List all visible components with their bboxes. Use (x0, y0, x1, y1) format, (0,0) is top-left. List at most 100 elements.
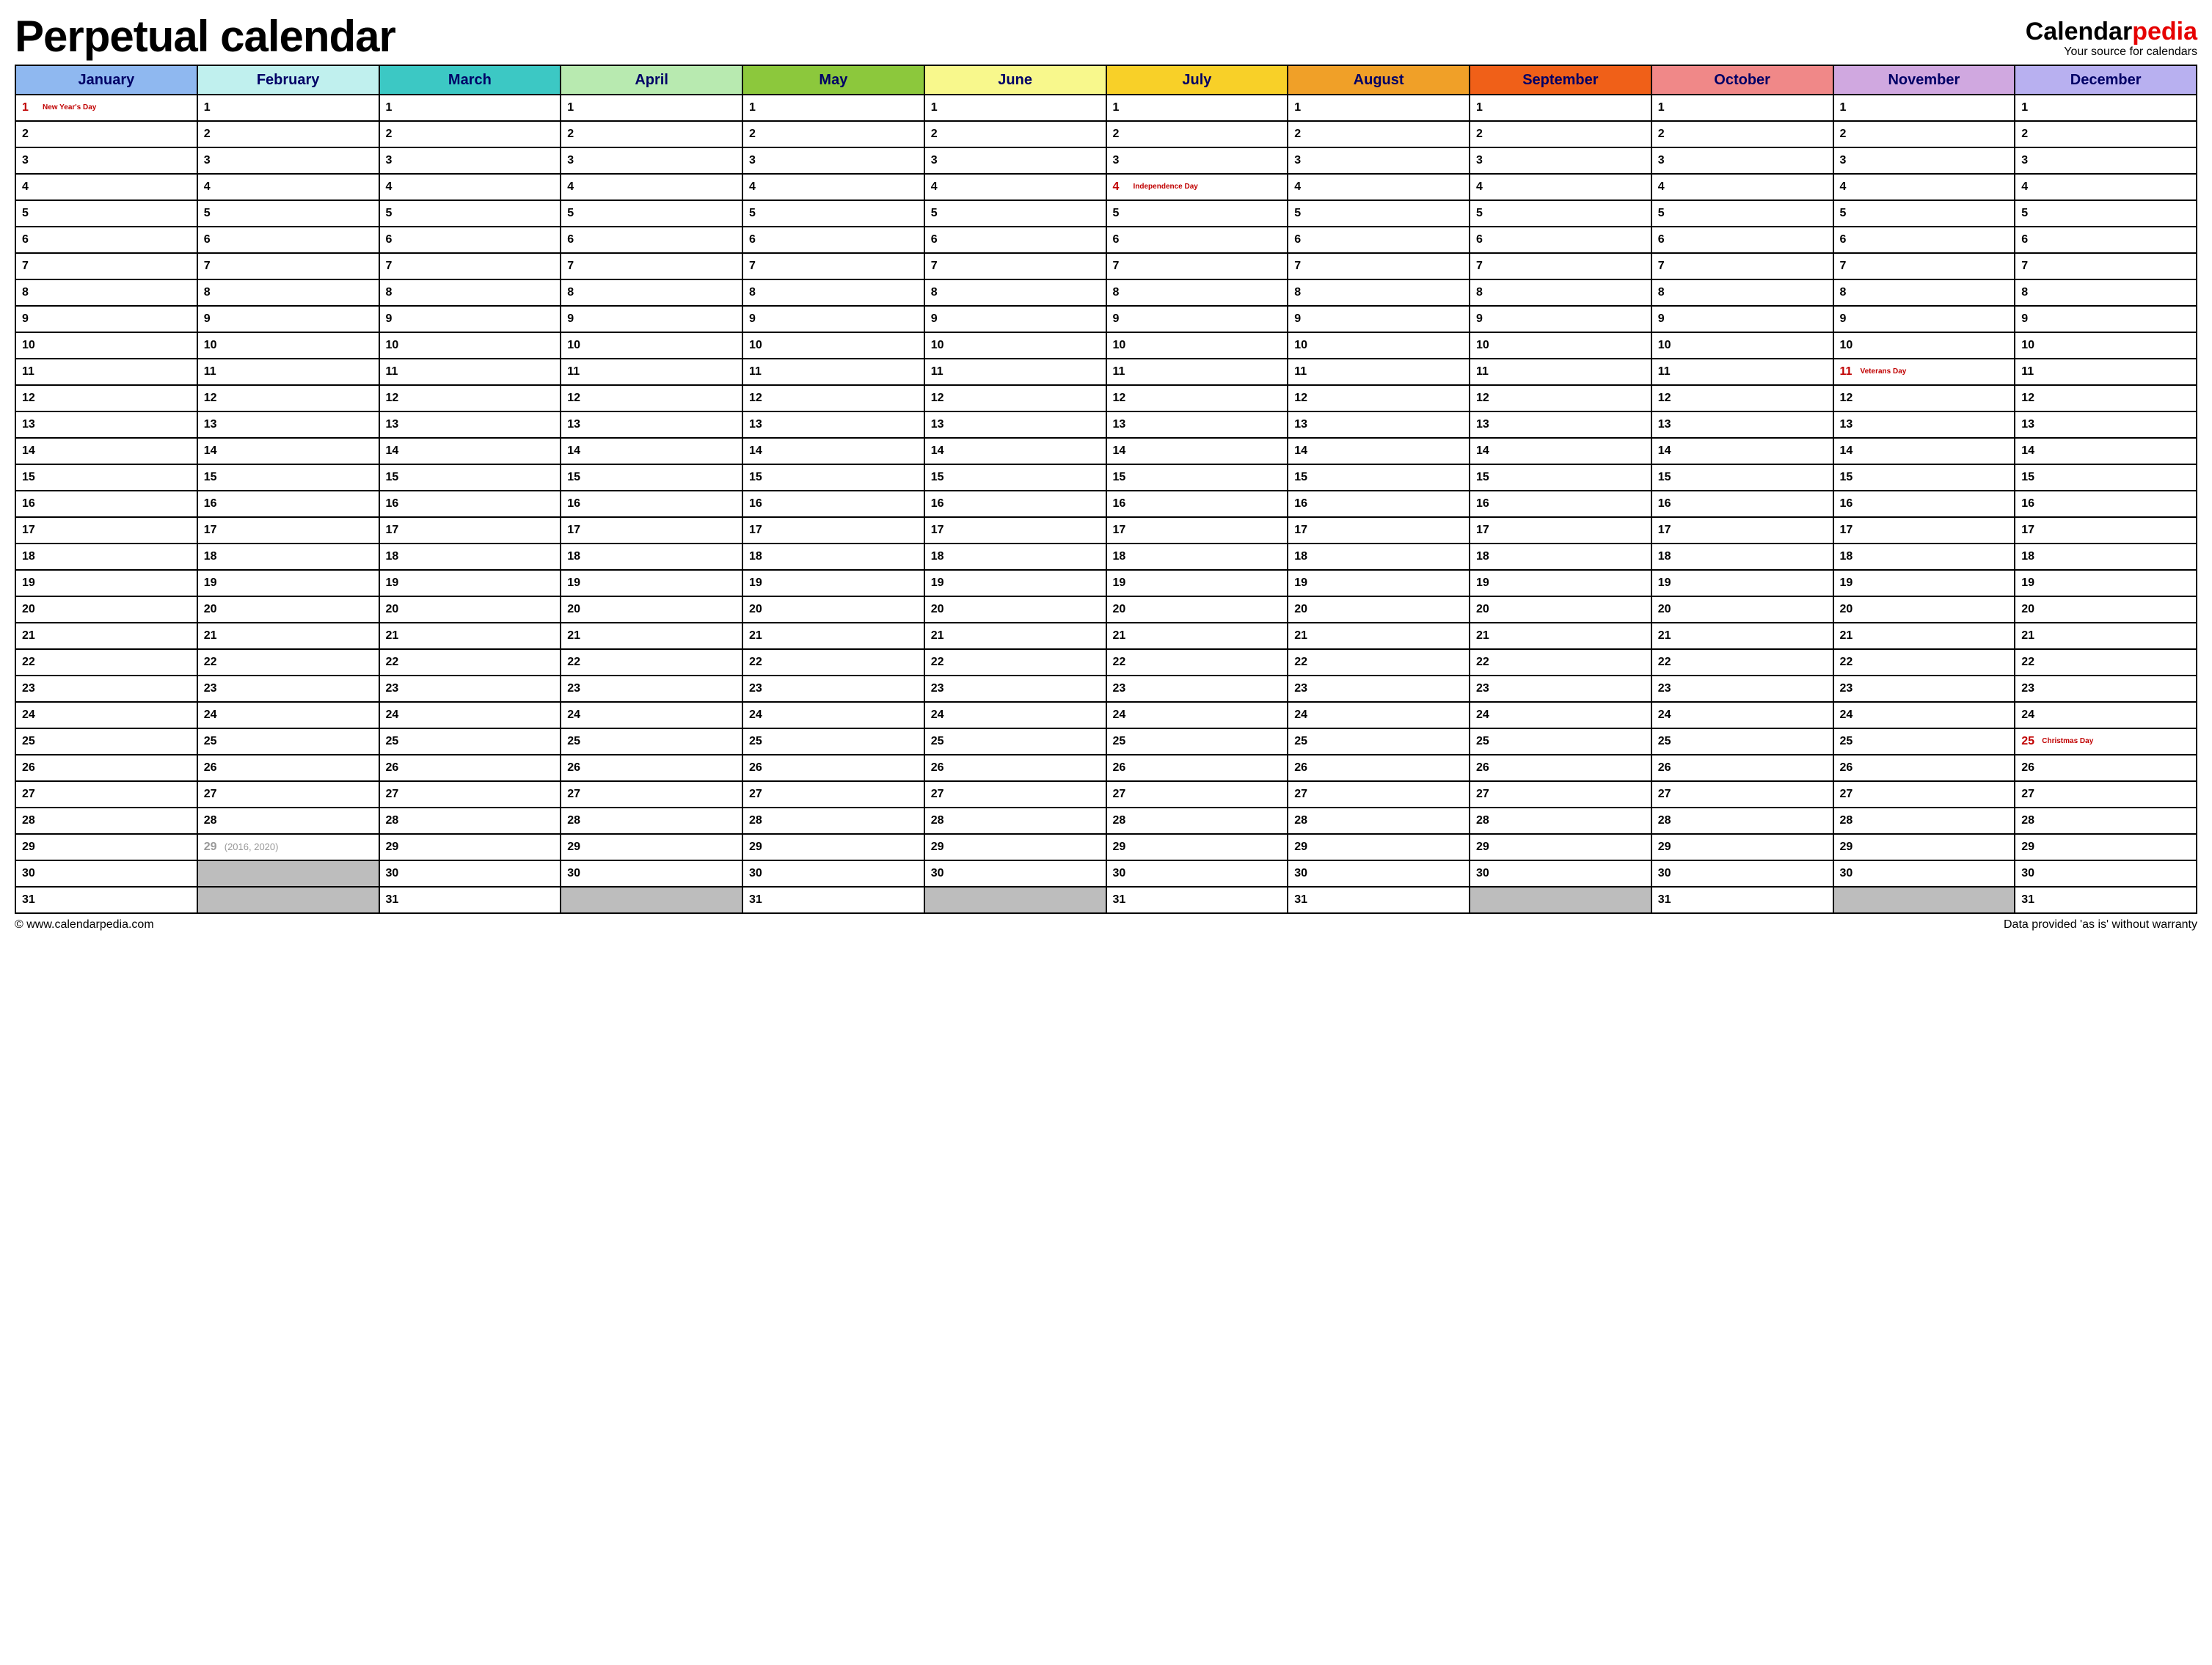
day-number: 28 (1476, 814, 1494, 827)
day-number: 3 (204, 154, 222, 167)
day-cell: 13 (561, 411, 742, 438)
day-cell: 15 (924, 464, 1106, 491)
day-number: 3 (567, 154, 585, 167)
day-cell: 14 (15, 438, 197, 464)
day-number: 25 (1658, 735, 1676, 748)
day-number: 7 (1658, 260, 1676, 273)
day-cell: 17 (197, 517, 379, 544)
day-number: 7 (204, 260, 222, 273)
brand-part1: Calendar (2026, 18, 2133, 45)
day-cell: 2 (1288, 121, 1470, 147)
day-number: 23 (1658, 682, 1676, 695)
day-number: 17 (749, 524, 767, 537)
day-number: 28 (1113, 814, 1131, 827)
day-cell: 20 (379, 596, 561, 623)
day-cell: 10 (1288, 332, 1470, 359)
day-number: 5 (22, 207, 40, 220)
day-number: 4 (22, 180, 40, 194)
day-number: 12 (386, 392, 404, 405)
day-cell: 21 (1470, 623, 1651, 649)
day-cell: 10 (2015, 332, 2197, 359)
day-number: 10 (567, 339, 585, 352)
day-number: 18 (2021, 550, 2039, 563)
day-number: 7 (386, 260, 404, 273)
day-number: 21 (204, 629, 222, 643)
day-cell: 14 (2015, 438, 2197, 464)
footer-right: Data provided 'as is' without warranty (2004, 918, 2197, 932)
day-cell: 12 (1288, 385, 1470, 411)
day-cell: 15 (379, 464, 561, 491)
day-cell (197, 887, 379, 913)
day-number: 10 (2021, 339, 2039, 352)
day-number: 10 (22, 339, 40, 352)
calendar-body: 1New Year's Day1111111111122222222222233… (15, 95, 2197, 913)
day-number: 8 (2021, 286, 2039, 299)
day-number: 9 (2021, 312, 2039, 326)
day-cell: 16 (1288, 491, 1470, 517)
day-row: 222222222222222222222222 (15, 649, 2197, 676)
day-cell: 21 (924, 623, 1106, 649)
day-number: 27 (567, 788, 585, 801)
day-cell: 3 (1470, 147, 1651, 174)
day-number: 29 (1840, 841, 1858, 854)
day-cell: 24 (2015, 702, 2197, 728)
day-cell: 23 (15, 676, 197, 702)
day-number: 16 (1476, 497, 1494, 511)
day-cell: 18 (15, 544, 197, 570)
month-header: December (2015, 65, 2197, 95)
day-cell: 19 (379, 570, 561, 596)
day-cell: 6 (15, 227, 197, 253)
month-header: February (197, 65, 379, 95)
day-number: 31 (386, 893, 404, 907)
day-number: 28 (931, 814, 949, 827)
day-number: 27 (749, 788, 767, 801)
day-number: 29 (204, 841, 222, 854)
day-cell: 22 (15, 649, 197, 676)
day-cell: 25 (561, 728, 742, 755)
day-number: 12 (931, 392, 949, 405)
day-cell: 1New Year's Day (15, 95, 197, 121)
day-cell: 21 (15, 623, 197, 649)
day-number: 23 (1113, 682, 1131, 695)
day-cell: 11 (197, 359, 379, 385)
day-cell: 31 (2015, 887, 2197, 913)
day-cell: 18 (924, 544, 1106, 570)
day-cell: 22 (924, 649, 1106, 676)
day-cell: 17 (1651, 517, 1833, 544)
day-number: 2 (2021, 128, 2039, 141)
day-number: 7 (1113, 260, 1131, 273)
day-number: 19 (386, 577, 404, 590)
day-number: 10 (1840, 339, 1858, 352)
day-cell: 8 (1651, 279, 1833, 306)
day-number: 1 (1294, 101, 1312, 114)
day-cell: 28 (2015, 808, 2197, 834)
day-cell: 13 (15, 411, 197, 438)
day-cell: 25 (1833, 728, 2015, 755)
day-cell: 30 (1106, 860, 1288, 887)
day-cell: 31 (15, 887, 197, 913)
day-number: 8 (567, 286, 585, 299)
day-number: 10 (1294, 339, 1312, 352)
day-number: 2 (1658, 128, 1676, 141)
day-number: 1 (749, 101, 767, 114)
day-number: 25 (22, 735, 40, 748)
day-number: 7 (1294, 260, 1312, 273)
day-row: 171717171717171717171717 (15, 517, 2197, 544)
day-number: 25 (567, 735, 585, 748)
day-cell: 27 (1651, 781, 1833, 808)
day-number: 21 (567, 629, 585, 643)
day-cell: 3 (561, 147, 742, 174)
day-cell: 12 (15, 385, 197, 411)
day-number: 5 (567, 207, 585, 220)
day-cell: 22 (1833, 649, 2015, 676)
day-cell: 25 (924, 728, 1106, 755)
day-cell: 8 (1106, 279, 1288, 306)
day-number: 17 (567, 524, 585, 537)
day-cell: 27 (1288, 781, 1470, 808)
day-cell: 16 (561, 491, 742, 517)
day-number: 12 (1840, 392, 1858, 405)
day-cell: 3 (924, 147, 1106, 174)
day-cell: 16 (379, 491, 561, 517)
day-cell: 31 (1288, 887, 1470, 913)
day-number: 31 (1658, 893, 1676, 907)
